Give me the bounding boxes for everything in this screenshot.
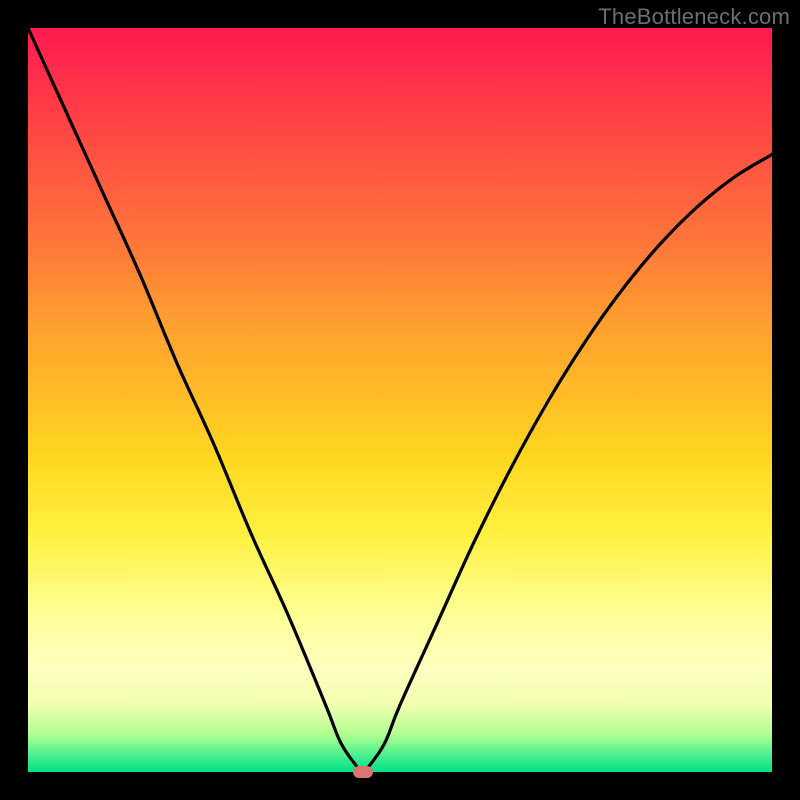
plot-area xyxy=(28,28,772,772)
curve-svg xyxy=(28,28,772,772)
minimum-marker xyxy=(353,766,373,778)
watermark-text: TheBottleneck.com xyxy=(598,4,790,30)
bottleneck-curve xyxy=(28,28,772,772)
chart-frame: TheBottleneck.com xyxy=(0,0,800,800)
